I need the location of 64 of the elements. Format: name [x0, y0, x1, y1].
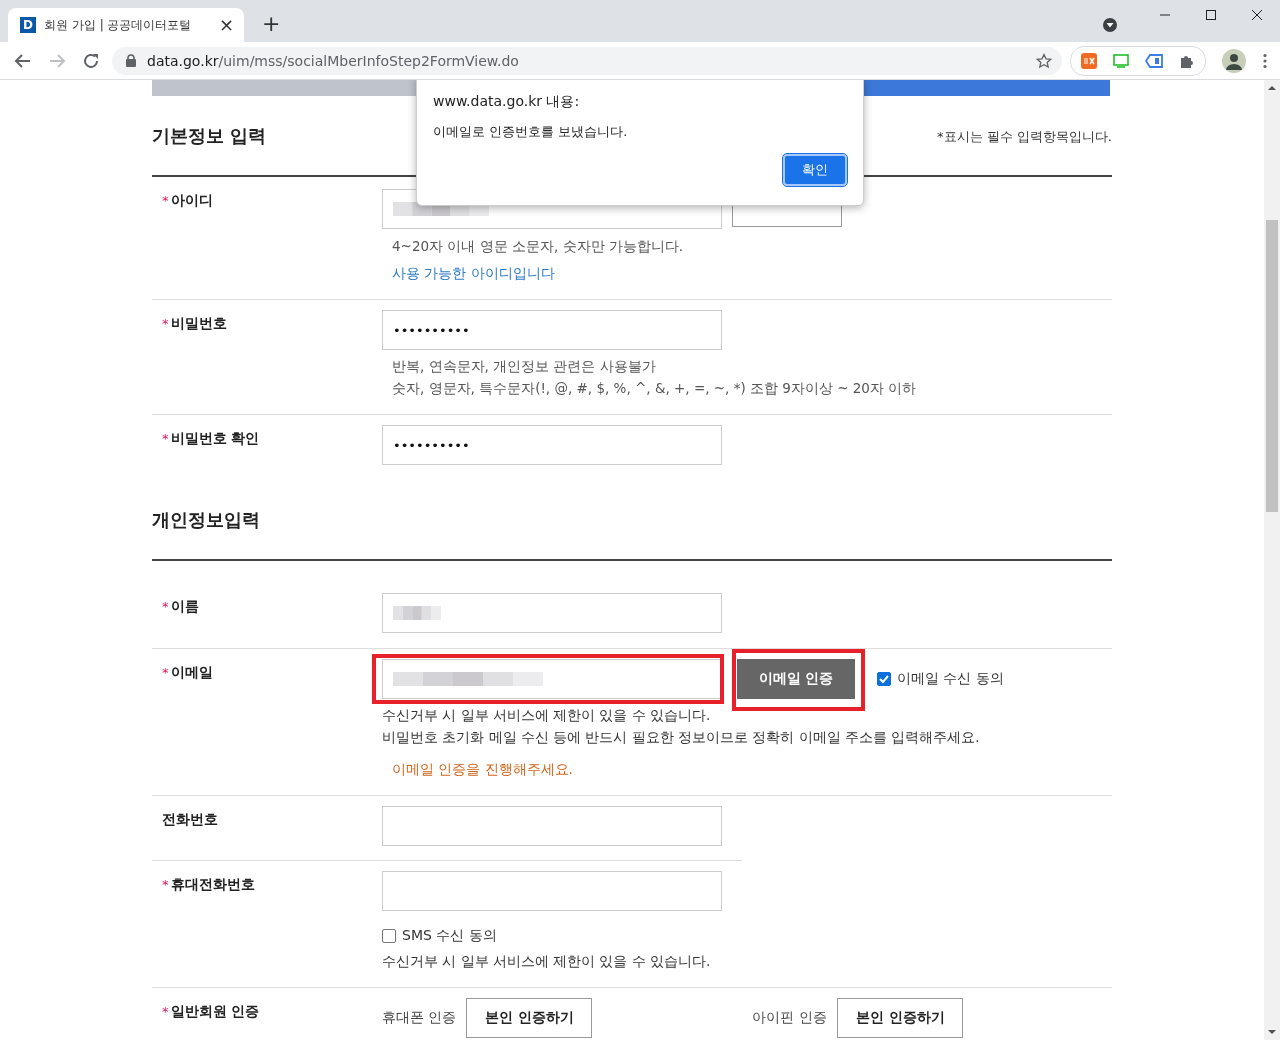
input-field[interactable]: [382, 806, 722, 846]
dialog-message: 이메일로 인증번호를 보냈습니다.: [433, 123, 629, 141]
required-mark: *: [162, 664, 169, 682]
input-field[interactable]: [382, 659, 722, 699]
field-label: 휴대전화번호: [170, 875, 255, 894]
site-favicon: D: [20, 17, 36, 33]
browser-tab[interactable]: D 회원 가입 | 공공데이터포털 ×: [8, 8, 244, 42]
scrollbar-thumb[interactable]: [1266, 220, 1278, 512]
hint-text: 수신거부 시 일부 서비스에 제한이 있을 수 있습니다.: [382, 706, 712, 725]
close-tab-button[interactable]: ×: [218, 16, 234, 34]
password-field[interactable]: ••••••••••: [382, 425, 722, 465]
profile-avatar[interactable]: [1222, 48, 1246, 73]
extension-icon[interactable]: [1081, 52, 1097, 69]
hint-text: 이메일 인증을 진행해주세요.: [391, 760, 574, 779]
hint-text: 반복, 연속문자, 개인정보 관련은 사용불가: [392, 357, 657, 376]
back-icon[interactable]: [14, 51, 32, 70]
tab-search-icon[interactable]: [1102, 17, 1118, 33]
reload-icon[interactable]: [82, 51, 100, 70]
hint-text: 비밀번호 초기화 메일 수신 등에 반드시 필요한 정보이므로 정확히 이메일 주소를 입력해주세요.: [382, 728, 981, 747]
verify-button[interactable]: 본인 인증하기: [466, 998, 593, 1038]
new-tab-button[interactable]: +: [262, 13, 281, 35]
hint-text: 4~20자 이내 영문 소문자, 숫자만 가능합니다.: [392, 237, 685, 256]
required-mark: *: [162, 876, 169, 894]
field-label: 비밀번호: [170, 314, 227, 333]
verify-button[interactable]: 본인 인증하기: [836, 998, 963, 1038]
checkbox-label: 이메일 수신 동의: [897, 670, 1004, 688]
field-label: 전화번호: [162, 810, 218, 829]
auth-label: 아이핀 인증: [752, 1009, 827, 1027]
required-note: *표시는 필수 입력항목입니다.: [937, 127, 1112, 146]
verify-button[interactable]: 이메일 인증: [737, 659, 855, 699]
hint-text: 숫자, 영문자, 특수문자(!, @, #, $, %, ^, &, +, =, ~, *) 조합 9자이상 ~ 20자 이하: [392, 379, 918, 398]
hint-text: 수신거부 시 일부 서비스에 제한이 있을 수 있습니다.: [382, 952, 712, 971]
checkbox[interactable]: [382, 929, 396, 943]
ok-button[interactable]: 확인: [783, 154, 847, 186]
required-mark: *: [162, 192, 169, 210]
field-label: 일반회원 인증: [170, 1002, 260, 1021]
required-mark: *: [162, 315, 169, 333]
url-text: data.go.kr/uim/mss/socialMberInfoStep2FormView.do: [147, 52, 519, 69]
field-label: 이메일: [170, 663, 213, 682]
required-mark: *: [162, 1003, 169, 1021]
required-mark: *: [162, 598, 169, 616]
input-field[interactable]: [382, 593, 722, 633]
field-label: 비밀번호 확인: [170, 429, 260, 448]
input-field[interactable]: [382, 871, 722, 911]
required-mark: *: [162, 430, 169, 448]
checkbox[interactable]: [877, 672, 891, 686]
blurred-value-drawing: [393, 606, 441, 620]
section-title: 기본정보 입력: [152, 123, 267, 148]
scrollbar[interactable]: [1264, 80, 1280, 1040]
auth-label: 휴대폰 인증: [382, 1009, 457, 1027]
lock-icon: [126, 54, 136, 67]
menu-icon[interactable]: [1262, 52, 1268, 69]
address-bar[interactable]: data.go.kr/uim/mss/socialMberInfoStep2FormView.do: [112, 46, 1062, 75]
checkbox-label: SMS 수신 동의: [402, 927, 497, 945]
section-title: 개인정보입력: [152, 507, 260, 532]
password-field[interactable]: ••••••••••: [382, 310, 722, 350]
hint-text: 사용 가능한 아이디입니다: [392, 264, 556, 283]
field-label: 아이디: [170, 191, 213, 210]
screen-icon[interactable]: [1113, 52, 1129, 69]
star-icon[interactable]: [1036, 52, 1052, 69]
field-label: 이름: [170, 597, 199, 616]
dialog-title: www.data.go.kr 내용:: [433, 93, 581, 111]
tag-icon[interactable]: [1145, 52, 1163, 69]
tab-title: 회원 가입 | 공공데이터포털: [44, 16, 193, 34]
